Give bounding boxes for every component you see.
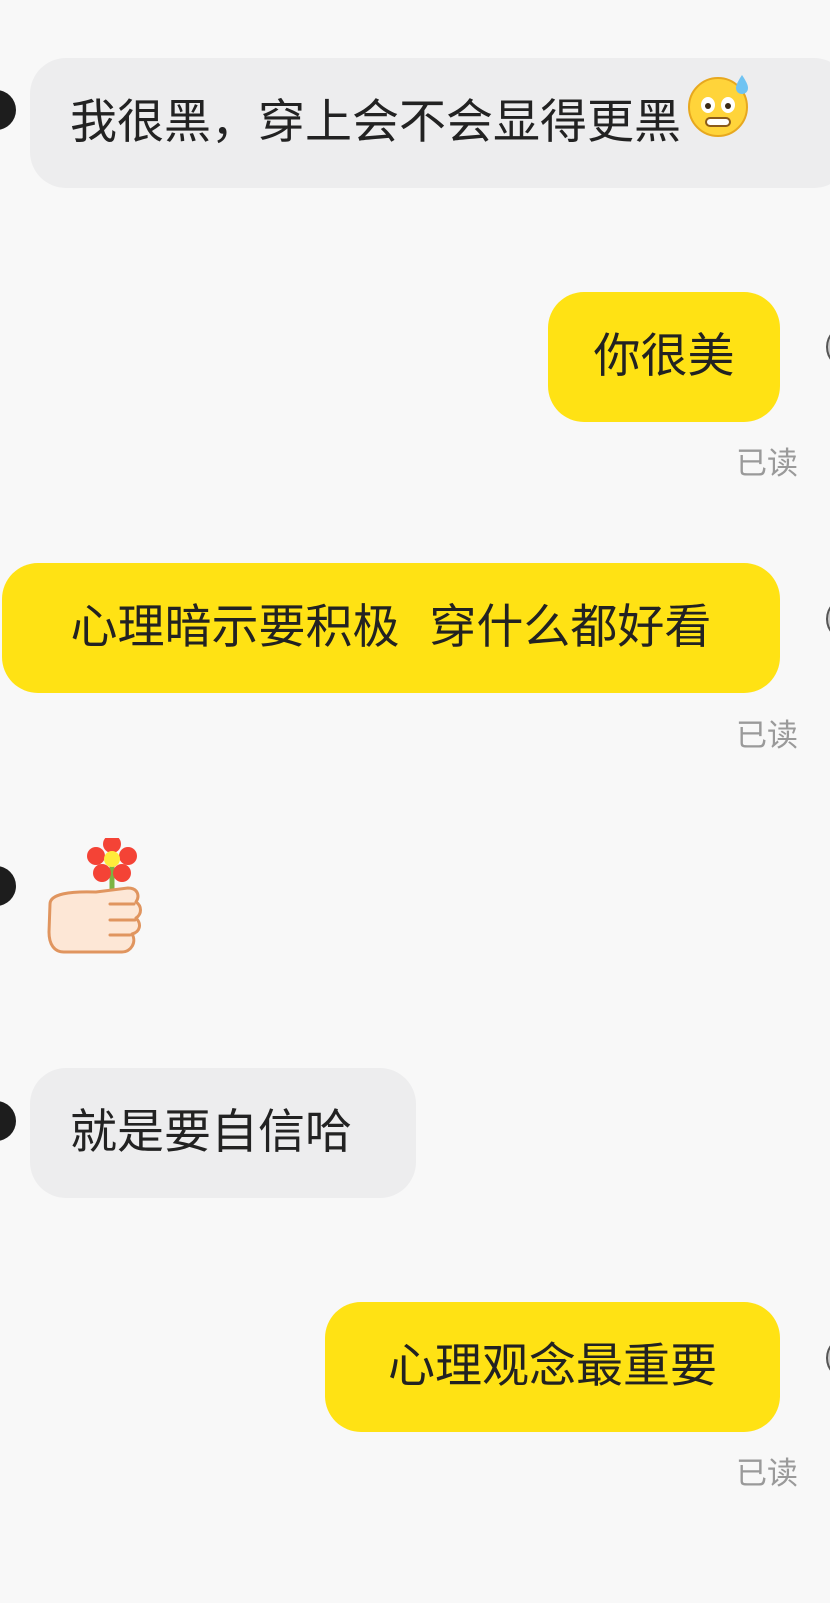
message-text: 心理暗示要积极 穿什么都好看 bbox=[70, 600, 712, 655]
message-text: 我很黑，穿上会不会显得更黑 bbox=[70, 95, 681, 150]
message-bubble-outgoing[interactable]: 心理暗示要积极 穿什么都好看 bbox=[2, 563, 780, 693]
thumb-with-flower-emoji[interactable] bbox=[44, 835, 144, 964]
contact-avatar[interactable] bbox=[0, 866, 16, 906]
message-text: 就是要自信哈 bbox=[70, 1105, 352, 1160]
contact-avatar[interactable] bbox=[0, 90, 16, 130]
message-text: 你很美 bbox=[593, 329, 735, 384]
read-status: 已读 bbox=[736, 718, 798, 754]
my-avatar[interactable] bbox=[826, 597, 830, 641]
my-avatar[interactable] bbox=[826, 1336, 830, 1380]
read-status: 已读 bbox=[736, 446, 798, 482]
message-bubble-outgoing[interactable]: 心理观念最重要 bbox=[325, 1302, 780, 1432]
message-bubble-outgoing[interactable]: 你很美 bbox=[548, 292, 780, 422]
read-status: 已读 bbox=[736, 1456, 798, 1492]
message-bubble-incoming[interactable]: 就是要自信哈 bbox=[30, 1068, 416, 1198]
message-bubble-incoming[interactable]: 我很黑，穿上会不会显得更黑 bbox=[30, 58, 830, 188]
anxious-sweat-face-emoji bbox=[685, 58, 751, 187]
contact-avatar[interactable] bbox=[0, 1101, 16, 1141]
message-text: 心理观念最重要 bbox=[388, 1339, 717, 1394]
my-avatar[interactable] bbox=[826, 325, 830, 369]
